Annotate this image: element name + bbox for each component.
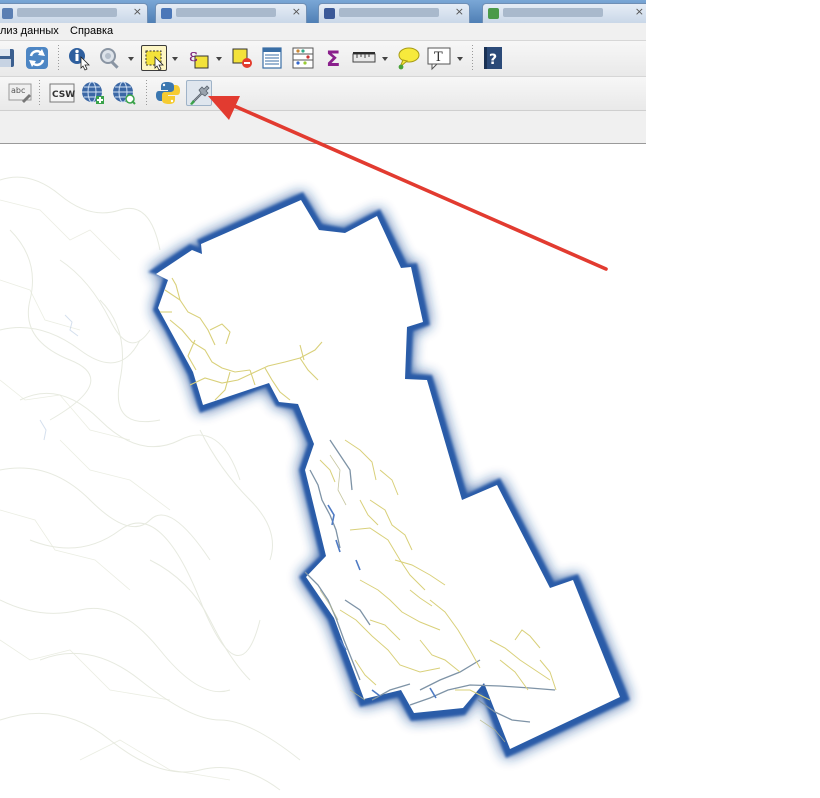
- select-features-icon: [145, 50, 164, 71]
- chevron-down-icon: [172, 57, 178, 61]
- tab-title-placeholder: [339, 8, 439, 17]
- measure-line-icon: [352, 52, 376, 63]
- browser-tab[interactable]: ×: [318, 3, 470, 23]
- statistical-summary-icon: Σ: [326, 47, 340, 71]
- expression-select-icon: ε: [189, 46, 209, 69]
- help-icon: ?: [484, 47, 502, 69]
- refresh-icon: [26, 47, 48, 69]
- toolbar-separator: [472, 45, 476, 71]
- svg-text:?: ?: [489, 52, 497, 68]
- chevron-down-icon: [382, 57, 388, 61]
- attribute-table-icon: [262, 47, 282, 69]
- zoom-tool-dropdown[interactable]: [126, 45, 136, 71]
- menu-item-data-analysis[interactable]: лиз данных: [0, 24, 59, 39]
- label-tool-text: abc: [11, 86, 25, 95]
- close-icon[interactable]: ×: [133, 5, 142, 18]
- toolbar-attributes: ε Σ T ?: [0, 41, 646, 77]
- identify-features-icon: [69, 48, 90, 71]
- attribute-table-button[interactable]: [259, 45, 285, 71]
- chevron-down-icon: [128, 57, 134, 61]
- close-icon[interactable]: ×: [292, 5, 301, 18]
- toolbar-separator: [146, 80, 150, 106]
- map-layers: [0, 176, 630, 791]
- save-project-icon: [0, 49, 14, 67]
- add-wms-layer-button[interactable]: [80, 80, 106, 106]
- toolbar-separator: [58, 45, 62, 71]
- toolbar-separator: [39, 80, 43, 106]
- label-tool-icon: abc: [8, 83, 32, 103]
- measure-line-button[interactable]: [351, 45, 377, 71]
- browser-tab[interactable]: ×: [155, 3, 307, 23]
- deselect-features-button[interactable]: [229, 45, 255, 71]
- tab-title-placeholder: [503, 8, 603, 17]
- plugin-tool-icon: [190, 85, 210, 105]
- basemap-faint-water: [39, 314, 79, 441]
- close-icon[interactable]: ×: [635, 5, 644, 18]
- refresh-button[interactable]: [24, 45, 50, 71]
- tab-favicon-icon: [2, 8, 13, 19]
- help-button[interactable]: ?: [480, 45, 506, 71]
- map-canvas[interactable]: [0, 144, 646, 798]
- measure-dropdown[interactable]: [380, 45, 390, 71]
- browser-tab[interactable]: ×: [482, 3, 646, 23]
- csw-button[interactable]: CSW: [49, 80, 75, 106]
- statistical-summary-button[interactable]: Σ: [321, 45, 347, 71]
- tab-favicon-icon: [488, 8, 499, 19]
- add-wfs-layer-button[interactable]: [111, 80, 137, 106]
- csw-label: CSW: [52, 90, 75, 100]
- svg-text:Σ: Σ: [326, 47, 340, 71]
- field-calculator-button[interactable]: [290, 45, 316, 71]
- plugin-tool-button[interactable]: [186, 80, 212, 106]
- qgis-window: × × × × лиз данных Справка ε Σ T ? abc C…: [0, 0, 646, 798]
- toolbar-web-plugins: abc CSW: [0, 77, 646, 111]
- wfs-layer-icon: [113, 81, 136, 105]
- chevron-down-icon: [457, 57, 463, 61]
- toolbar-empty: [0, 111, 646, 144]
- field-calculator-icon: [292, 47, 314, 69]
- python-console-icon: [156, 82, 180, 104]
- map-tips-icon: [398, 47, 420, 70]
- csw-icon: CSW: [49, 83, 75, 103]
- identify-features-button[interactable]: [66, 45, 92, 71]
- svg-text:ε: ε: [189, 46, 198, 66]
- select-by-expression-dropdown[interactable]: [214, 45, 224, 71]
- text-annotation-icon: T: [427, 47, 451, 71]
- select-by-expression-button[interactable]: ε: [186, 45, 212, 71]
- zoom-tool-icon: [100, 48, 119, 69]
- browser-tab[interactable]: ×: [0, 3, 148, 23]
- deselect-features-icon: [232, 48, 252, 68]
- map-tips-button[interactable]: [395, 45, 421, 71]
- menu-bar: лиз данных Справка: [0, 23, 646, 41]
- zoom-tool-button[interactable]: [97, 45, 123, 71]
- save-project-button[interactable]: [0, 45, 18, 71]
- tab-title-placeholder: [176, 8, 276, 17]
- close-icon[interactable]: ×: [455, 5, 464, 18]
- annotation-dropdown[interactable]: [455, 45, 465, 71]
- tab-favicon-icon: [324, 8, 335, 19]
- label-tool-button[interactable]: abc: [8, 80, 34, 106]
- select-features-button[interactable]: [141, 45, 167, 71]
- text-annotation-button[interactable]: T: [426, 45, 452, 71]
- chevron-down-icon: [216, 57, 222, 61]
- python-console-button[interactable]: [155, 80, 181, 106]
- region-area: [156, 200, 620, 749]
- svg-text:T: T: [434, 50, 443, 65]
- browser-tab-strip: × × × ×: [0, 0, 646, 23]
- menu-item-help[interactable]: Справка: [70, 24, 113, 39]
- wms-layer-icon: [82, 81, 104, 104]
- select-features-dropdown[interactable]: [170, 45, 180, 71]
- tab-favicon-icon: [161, 8, 172, 19]
- tab-title-placeholder: [17, 8, 117, 17]
